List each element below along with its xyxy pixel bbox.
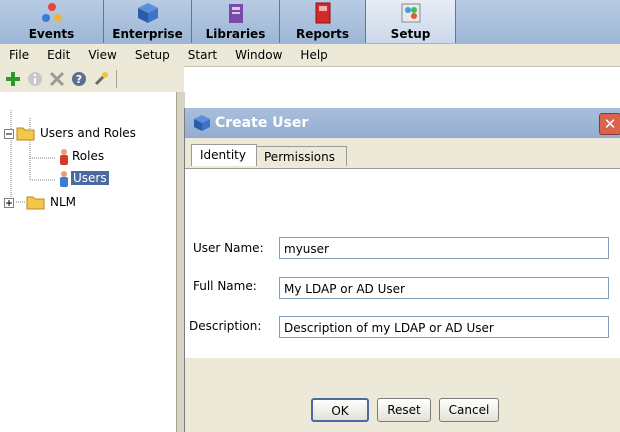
full-name-label: Full Name:: [193, 279, 257, 293]
dialog-title: Create User: [215, 115, 309, 131]
svg-text:?: ?: [76, 73, 82, 86]
description-label: Description:: [189, 319, 262, 333]
menu-file[interactable]: File: [0, 48, 38, 62]
tree-item-nlm[interactable]: NLM: [50, 195, 76, 209]
cancel-button[interactable]: Cancel: [439, 398, 499, 422]
help-icon[interactable]: ?: [70, 70, 88, 88]
delete-icon[interactable]: [48, 70, 66, 88]
identity-panel: User Name: myuser Full Name: My LDAP or …: [185, 168, 620, 359]
tree-item-users-and-roles[interactable]: Users and Roles: [40, 126, 136, 140]
setup-icon: [399, 1, 423, 25]
dialog-title-bar[interactable]: Create User ✕: [185, 108, 620, 138]
module-events[interactable]: Events: [0, 0, 104, 43]
close-icon: ✕: [603, 115, 617, 133]
tree-item-users[interactable]: Users: [71, 171, 109, 185]
folder-icon: [16, 124, 36, 145]
menu-bar: File Edit View Setup Start Window Help: [0, 44, 620, 67]
menu-edit[interactable]: Edit: [38, 48, 79, 62]
menu-start[interactable]: Start: [179, 48, 226, 62]
ok-button[interactable]: OK: [311, 398, 369, 422]
tree-expander-users-roles[interactable]: [4, 128, 14, 142]
dialog-app-icon: [193, 114, 211, 135]
tool-icon[interactable]: [92, 70, 110, 88]
reports-icon: [311, 1, 335, 25]
tab-identity[interactable]: Identity: [191, 144, 257, 166]
menu-window[interactable]: Window: [226, 48, 291, 62]
menu-setup[interactable]: Setup: [126, 48, 179, 62]
toolbar-separator: [116, 70, 117, 88]
user-icon: [58, 170, 70, 191]
toolbar: ?: [0, 66, 184, 92]
close-button[interactable]: ✕: [599, 113, 620, 135]
menu-help[interactable]: Help: [291, 48, 336, 62]
enterprise-icon: [136, 1, 160, 25]
menu-view[interactable]: View: [79, 48, 125, 62]
libraries-icon: [224, 1, 248, 25]
user-name-label: User Name:: [193, 241, 264, 255]
folder-icon: [26, 193, 46, 214]
tree-expander-nlm[interactable]: [4, 197, 14, 211]
create-user-dialog: Create User ✕ Identity Permissions User …: [184, 108, 620, 432]
events-icon: [40, 1, 64, 25]
reset-button[interactable]: Reset: [377, 398, 431, 422]
info-icon[interactable]: [26, 70, 44, 88]
add-icon[interactable]: [4, 70, 22, 88]
role-icon: [58, 148, 70, 169]
module-libraries[interactable]: Libraries: [192, 0, 280, 43]
tab-permissions[interactable]: Permissions: [255, 146, 347, 166]
module-bar: Events Enterprise Libraries Reports Setu…: [0, 0, 620, 45]
tree-panel: Users and Roles Roles Users NLM: [0, 92, 176, 432]
description-field[interactable]: Description of my LDAP or AD User: [279, 316, 609, 338]
full-name-field[interactable]: My LDAP or AD User: [279, 277, 609, 299]
tree-item-roles[interactable]: Roles: [72, 149, 104, 163]
dialog-button-row: OK Reset Cancel: [185, 358, 620, 432]
module-reports[interactable]: Reports: [280, 0, 366, 43]
module-setup[interactable]: Setup: [366, 0, 456, 43]
module-enterprise[interactable]: Enterprise: [104, 0, 192, 43]
user-name-field[interactable]: myuser: [279, 237, 609, 259]
dialog-tabs: Identity Permissions: [185, 142, 620, 168]
